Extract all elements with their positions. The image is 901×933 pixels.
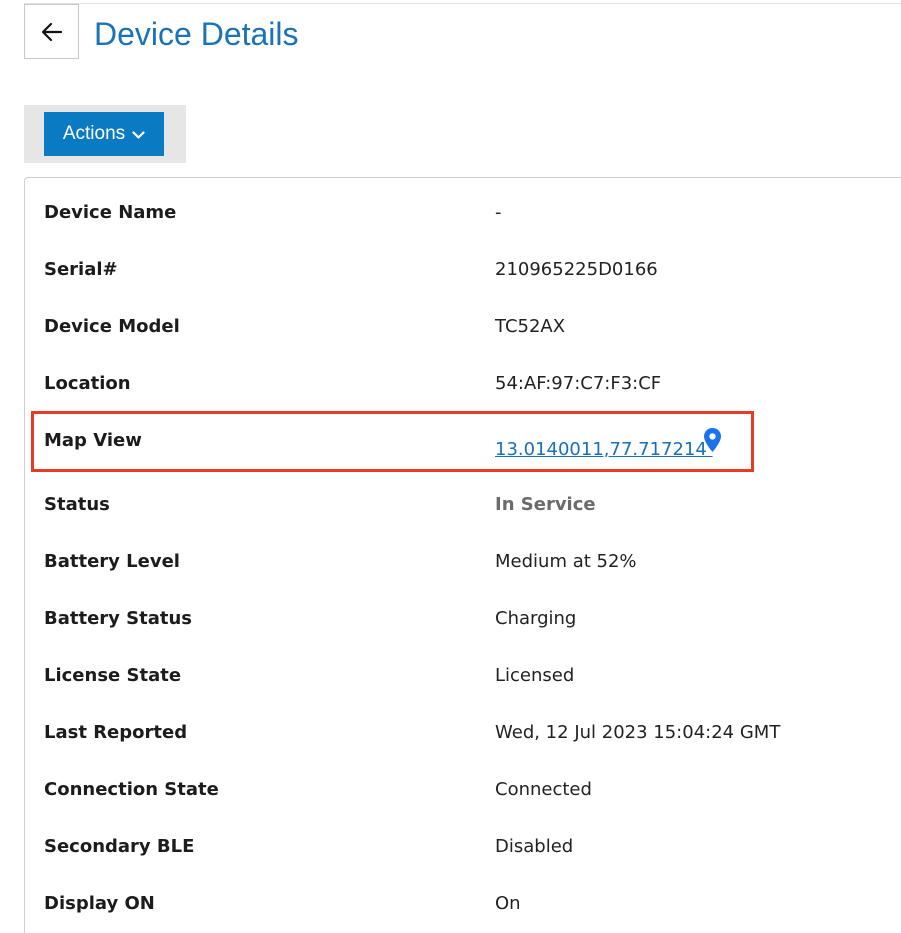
device-details-page: Device Details Actions Device Name - Ser… bbox=[0, 0, 901, 933]
map-coordinates-link[interactable]: 13.0140011,77.717214 bbox=[495, 439, 713, 460]
back-button[interactable] bbox=[24, 4, 79, 59]
detail-row-battery-status: Battery Status Charging bbox=[25, 608, 885, 665]
detail-label: License State bbox=[44, 665, 182, 686]
detail-row-license-state: License State Licensed bbox=[25, 665, 885, 722]
detail-row-map-view: Map View 13.0140011,77.717214 bbox=[25, 430, 885, 487]
detail-label: Display ON bbox=[44, 893, 155, 914]
detail-value: Disabled bbox=[495, 836, 574, 857]
detail-label: Map View bbox=[44, 430, 142, 451]
detail-value: Charging bbox=[495, 608, 577, 629]
detail-label: Battery Level bbox=[44, 551, 180, 572]
detail-value: - bbox=[495, 202, 502, 223]
detail-row-last-reported: Last Reported Wed, 12 Jul 2023 15:04:24 … bbox=[25, 722, 885, 779]
detail-label: Status bbox=[44, 494, 110, 515]
device-details-panel: Device Name - Serial# 210965225D0166 Dev… bbox=[24, 177, 901, 933]
detail-label: Location bbox=[44, 373, 131, 394]
detail-row-display-on: Display ON On bbox=[25, 893, 885, 933]
map-pin-icon[interactable] bbox=[704, 428, 721, 452]
detail-row-device-name: Device Name - bbox=[25, 202, 885, 259]
status-value: In Service bbox=[495, 494, 596, 515]
detail-value: Licensed bbox=[495, 665, 575, 686]
detail-value: 54:AF:97:C7:F3:CF bbox=[495, 373, 662, 394]
detail-label: Device Model bbox=[44, 316, 180, 337]
page-title: Device Details bbox=[94, 16, 299, 52]
top-divider bbox=[24, 3, 901, 4]
detail-row-location: Location 54:AF:97:C7:F3:CF bbox=[25, 373, 885, 430]
detail-value: Wed, 12 Jul 2023 15:04:24 GMT bbox=[495, 722, 781, 743]
detail-label: Serial# bbox=[44, 259, 118, 280]
detail-label: Device Name bbox=[44, 202, 177, 223]
detail-row-secondary-ble: Secondary BLE Disabled bbox=[25, 836, 885, 893]
detail-label: Secondary BLE bbox=[44, 836, 195, 857]
detail-value: TC52AX bbox=[495, 316, 566, 337]
detail-label: Connection State bbox=[44, 779, 219, 800]
detail-value: 13.0140011,77.717214 bbox=[495, 439, 713, 460]
chevron-down-icon bbox=[132, 130, 145, 139]
detail-label: Battery Status bbox=[44, 608, 193, 629]
arrow-left-icon bbox=[41, 22, 62, 41]
detail-row-device-model: Device Model TC52AX bbox=[25, 316, 885, 373]
actions-dropdown-button[interactable]: Actions bbox=[44, 112, 164, 156]
detail-row-connection-state: Connection State Connected bbox=[25, 779, 885, 836]
detail-value: 210965225D0166 bbox=[495, 259, 658, 280]
detail-value: Medium at 52% bbox=[495, 551, 637, 572]
actions-label: Actions bbox=[62, 123, 126, 144]
detail-value: Connected bbox=[495, 779, 592, 800]
detail-row-serial: Serial# 210965225D0166 bbox=[25, 259, 885, 316]
detail-row-battery-level: Battery Level Medium at 52% bbox=[25, 551, 885, 608]
detail-label: Last Reported bbox=[44, 722, 188, 743]
actions-toolbar: Actions bbox=[24, 105, 186, 163]
detail-value: On bbox=[495, 893, 521, 914]
detail-row-status: Status In Service bbox=[25, 494, 885, 551]
